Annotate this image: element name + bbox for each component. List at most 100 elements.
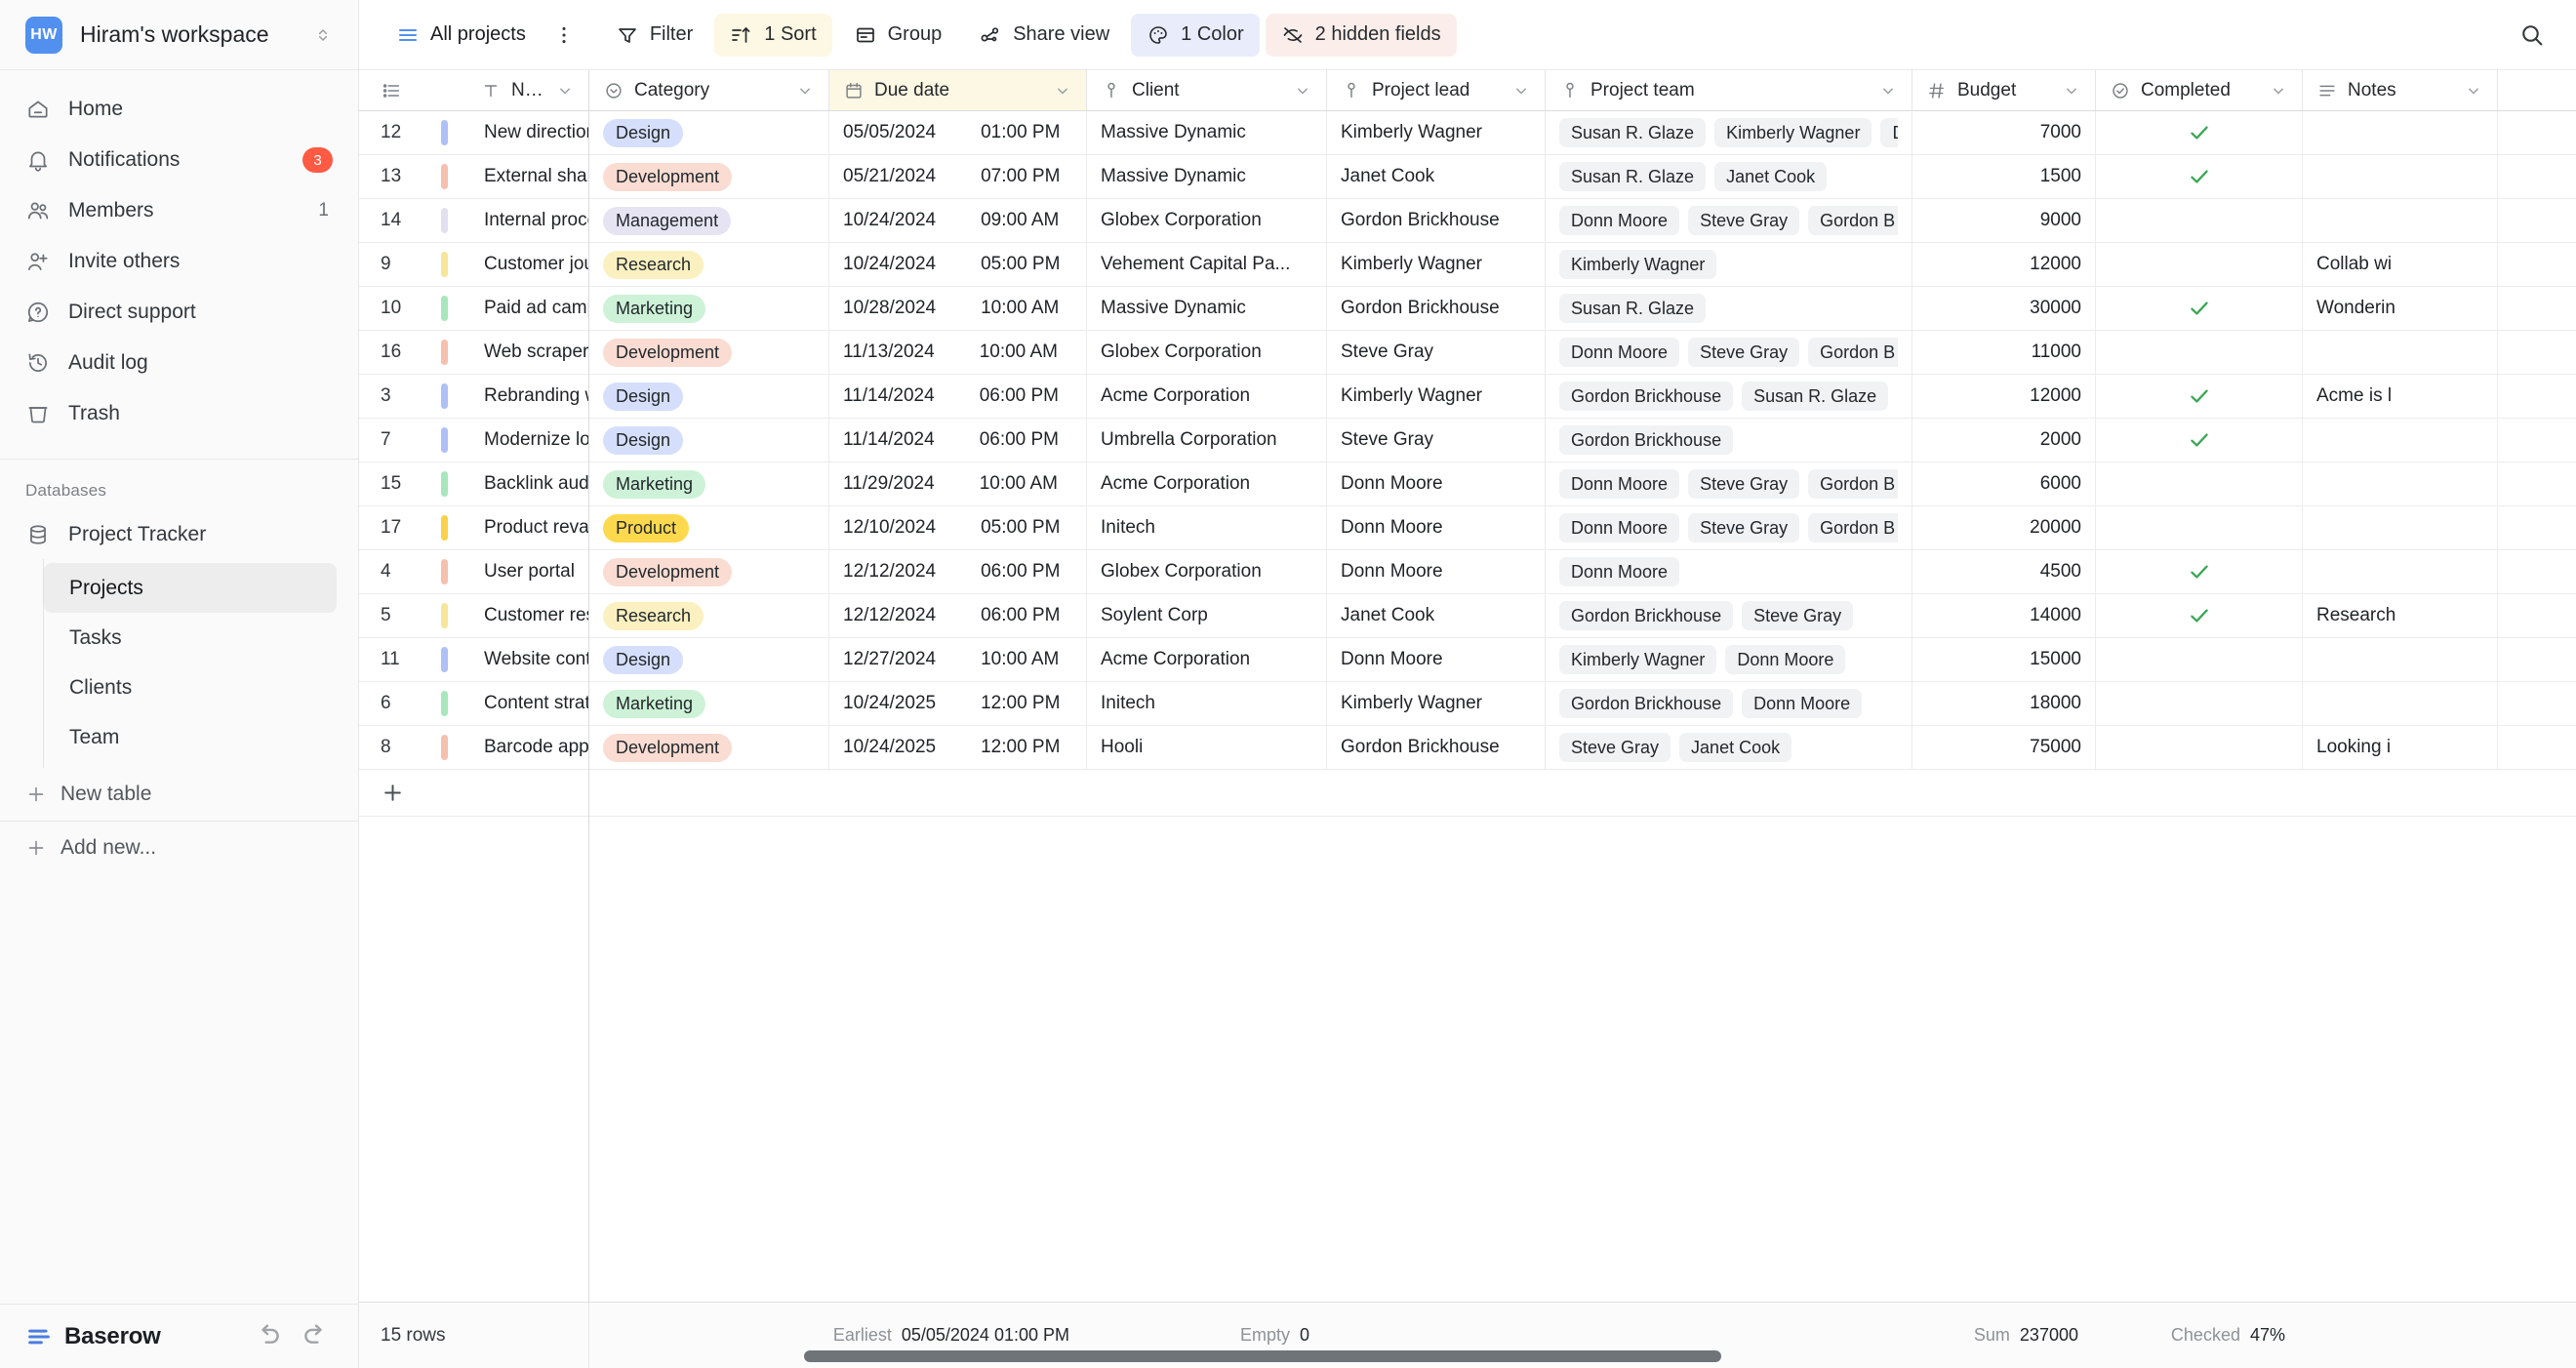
sidebar-table-tasks[interactable]: Tasks — [44, 613, 337, 663]
cell-due_date[interactable]: 11/14/202406:00 PM — [829, 419, 1087, 462]
cell-team[interactable]: Donn MooreSteve GrayGordon B — [1546, 506, 1912, 549]
footer-stat-due_date[interactable]: Earliest05/05/2024 01:00 PM — [829, 1325, 1087, 1346]
chevron-down-icon[interactable] — [1511, 81, 1531, 101]
new-table-button[interactable]: New table — [0, 768, 358, 821]
cell-due_date[interactable]: 10/24/202405:00 PM — [829, 243, 1087, 286]
database-project-tracker[interactable]: Project Tracker — [0, 510, 358, 559]
cell-completed[interactable] — [2096, 726, 2303, 769]
sidebar-item-invite-others[interactable]: Invite others — [0, 236, 358, 287]
cell-category[interactable]: Marketing — [589, 287, 829, 330]
add-row-button[interactable] — [359, 770, 588, 817]
cell-team[interactable]: Kimberly Wagner — [1546, 243, 1912, 286]
cell-lead[interactable]: Steve Gray — [1327, 419, 1546, 462]
cell-budget[interactable]: 15000 — [1912, 638, 2096, 681]
cell-category[interactable]: Marketing — [589, 463, 829, 505]
footer-stat-completed[interactable]: Checked47% — [2096, 1325, 2303, 1346]
cell-client[interactable]: Massive Dynamic — [1087, 155, 1327, 198]
cell-completed[interactable] — [2096, 287, 2303, 330]
cell-notes[interactable]: Collab wi — [2303, 243, 2498, 286]
table-row[interactable]: 11Website content — [359, 638, 588, 682]
cell-completed[interactable] — [2096, 638, 2303, 681]
cell-lead[interactable]: Steve Gray — [1327, 331, 1546, 374]
cell-lead[interactable]: Donn Moore — [1327, 463, 1546, 505]
chevron-down-icon[interactable] — [2269, 81, 2288, 101]
table-row[interactable]: 7Modernize logo — [359, 419, 588, 463]
cell-lead[interactable]: Kimberly Wagner — [1327, 682, 1546, 725]
cell-name[interactable]: Customer journey — [466, 243, 588, 286]
cell-client[interactable]: Umbrella Corporation — [1087, 419, 1327, 462]
cell-budget[interactable]: 2000 — [1912, 419, 2096, 462]
cell-budget[interactable]: 1500 — [1912, 155, 2096, 198]
cell-completed[interactable] — [2096, 375, 2303, 418]
cell-client[interactable]: Soylent Corp — [1087, 594, 1327, 637]
cell-completed[interactable] — [2096, 331, 2303, 374]
footer-stat-client[interactable]: Empty0 — [1087, 1325, 1327, 1346]
table-row[interactable]: Design11/14/202406:00 PMAcme Corporation… — [589, 375, 2576, 419]
cell-team[interactable]: Donn MooreSteve GrayGordon B — [1546, 463, 1912, 505]
cell-notes[interactable] — [2303, 463, 2498, 505]
chevron-down-icon[interactable] — [1293, 81, 1312, 101]
cell-notes[interactable] — [2303, 111, 2498, 154]
cell-client[interactable]: Initech — [1087, 506, 1327, 549]
cell-team[interactable]: Gordon BrickhouseDonn Moore — [1546, 682, 1912, 725]
cell-lead[interactable]: Janet Cook — [1327, 155, 1546, 198]
column-header-completed[interactable]: Completed — [2096, 70, 2303, 110]
cell-budget[interactable]: 12000 — [1912, 243, 2096, 286]
sidebar-item-trash[interactable]: Trash — [0, 388, 358, 439]
cell-notes[interactable] — [2303, 155, 2498, 198]
view-context-menu-button[interactable] — [547, 14, 581, 57]
cell-team[interactable]: Kimberly WagnerDonn Moore — [1546, 638, 1912, 681]
cell-client[interactable]: Globex Corporation — [1087, 331, 1327, 374]
table-row[interactable]: 8Barcode app — [359, 726, 588, 770]
cell-name[interactable]: Product revamp — [466, 506, 588, 549]
chevron-down-icon[interactable] — [1053, 81, 1072, 101]
sidebar-item-home[interactable]: Home — [0, 84, 358, 135]
cell-budget[interactable]: 4500 — [1912, 550, 2096, 593]
chevron-down-icon[interactable] — [1878, 81, 1898, 101]
table-row[interactable]: Design11/14/202406:00 PMUmbrella Corpora… — [589, 419, 2576, 463]
cell-name[interactable]: New direction — [466, 111, 588, 154]
cell-lead[interactable]: Donn Moore — [1327, 550, 1546, 593]
add-new-button[interactable]: Add new... — [0, 822, 358, 874]
cell-team[interactable]: Steve GrayJanet Cook — [1546, 726, 1912, 769]
column-header-due_date[interactable]: Due date — [829, 70, 1087, 110]
sort-button[interactable]: 1 Sort — [714, 14, 831, 57]
table-row[interactable]: 15Backlink audit — [359, 463, 588, 506]
cell-notes[interactable] — [2303, 331, 2498, 374]
cell-due_date[interactable]: 05/05/202401:00 PM — [829, 111, 1087, 154]
cell-team[interactable]: Susan R. GlazeKimberly WagnerD — [1546, 111, 1912, 154]
table-row[interactable]: Product12/10/202405:00 PMInitechDonn Moo… — [589, 506, 2576, 550]
cell-due_date[interactable]: 12/10/202405:00 PM — [829, 506, 1087, 549]
column-header-lead[interactable]: Project lead — [1327, 70, 1546, 110]
cell-due_date[interactable]: 12/12/202406:00 PM — [829, 594, 1087, 637]
table-row[interactable]: 17Product revamp — [359, 506, 588, 550]
sidebar-item-members[interactable]: Members 1 — [0, 185, 358, 236]
cell-due_date[interactable]: 10/24/202512:00 PM — [829, 726, 1087, 769]
table-row[interactable]: Management10/24/202409:00 AMGlobex Corpo… — [589, 199, 2576, 243]
cell-name[interactable]: External sharing function — [466, 155, 588, 198]
horizontal-scrollbar[interactable] — [804, 1350, 2568, 1362]
cell-lead[interactable]: Donn Moore — [1327, 638, 1546, 681]
cell-team[interactable]: Gordon BrickhouseSteve Gray — [1546, 594, 1912, 637]
cell-team[interactable]: Susan R. GlazeJanet Cook — [1546, 155, 1912, 198]
cell-category[interactable]: Management — [589, 199, 829, 242]
color-button[interactable]: 1 Color — [1131, 14, 1259, 57]
cell-due_date[interactable]: 11/29/202410:00 AM — [829, 463, 1087, 505]
cell-category[interactable]: Research — [589, 243, 829, 286]
cell-notes[interactable] — [2303, 419, 2498, 462]
cell-lead[interactable]: Kimberly Wagner — [1327, 375, 1546, 418]
cell-budget[interactable]: 14000 — [1912, 594, 2096, 637]
column-header-category[interactable]: Category — [589, 70, 829, 110]
cell-category[interactable]: Design — [589, 375, 829, 418]
horizontal-scrollbar-thumb[interactable] — [804, 1350, 1721, 1362]
grid-right-pane[interactable]: CategoryDue dateClientProject leadProjec… — [589, 70, 2576, 1302]
cell-category[interactable]: Research — [589, 594, 829, 637]
cell-client[interactable]: Vehement Capital Pa... — [1087, 243, 1327, 286]
cell-due_date[interactable]: 12/12/202406:00 PM — [829, 550, 1087, 593]
column-header-budget[interactable]: Budget — [1912, 70, 2096, 110]
cell-completed[interactable] — [2096, 243, 2303, 286]
undo-icon[interactable] — [251, 1320, 284, 1353]
cell-category[interactable]: Design — [589, 111, 829, 154]
table-row[interactable]: 9Customer journey — [359, 243, 588, 287]
cell-lead[interactable]: Donn Moore — [1327, 506, 1546, 549]
